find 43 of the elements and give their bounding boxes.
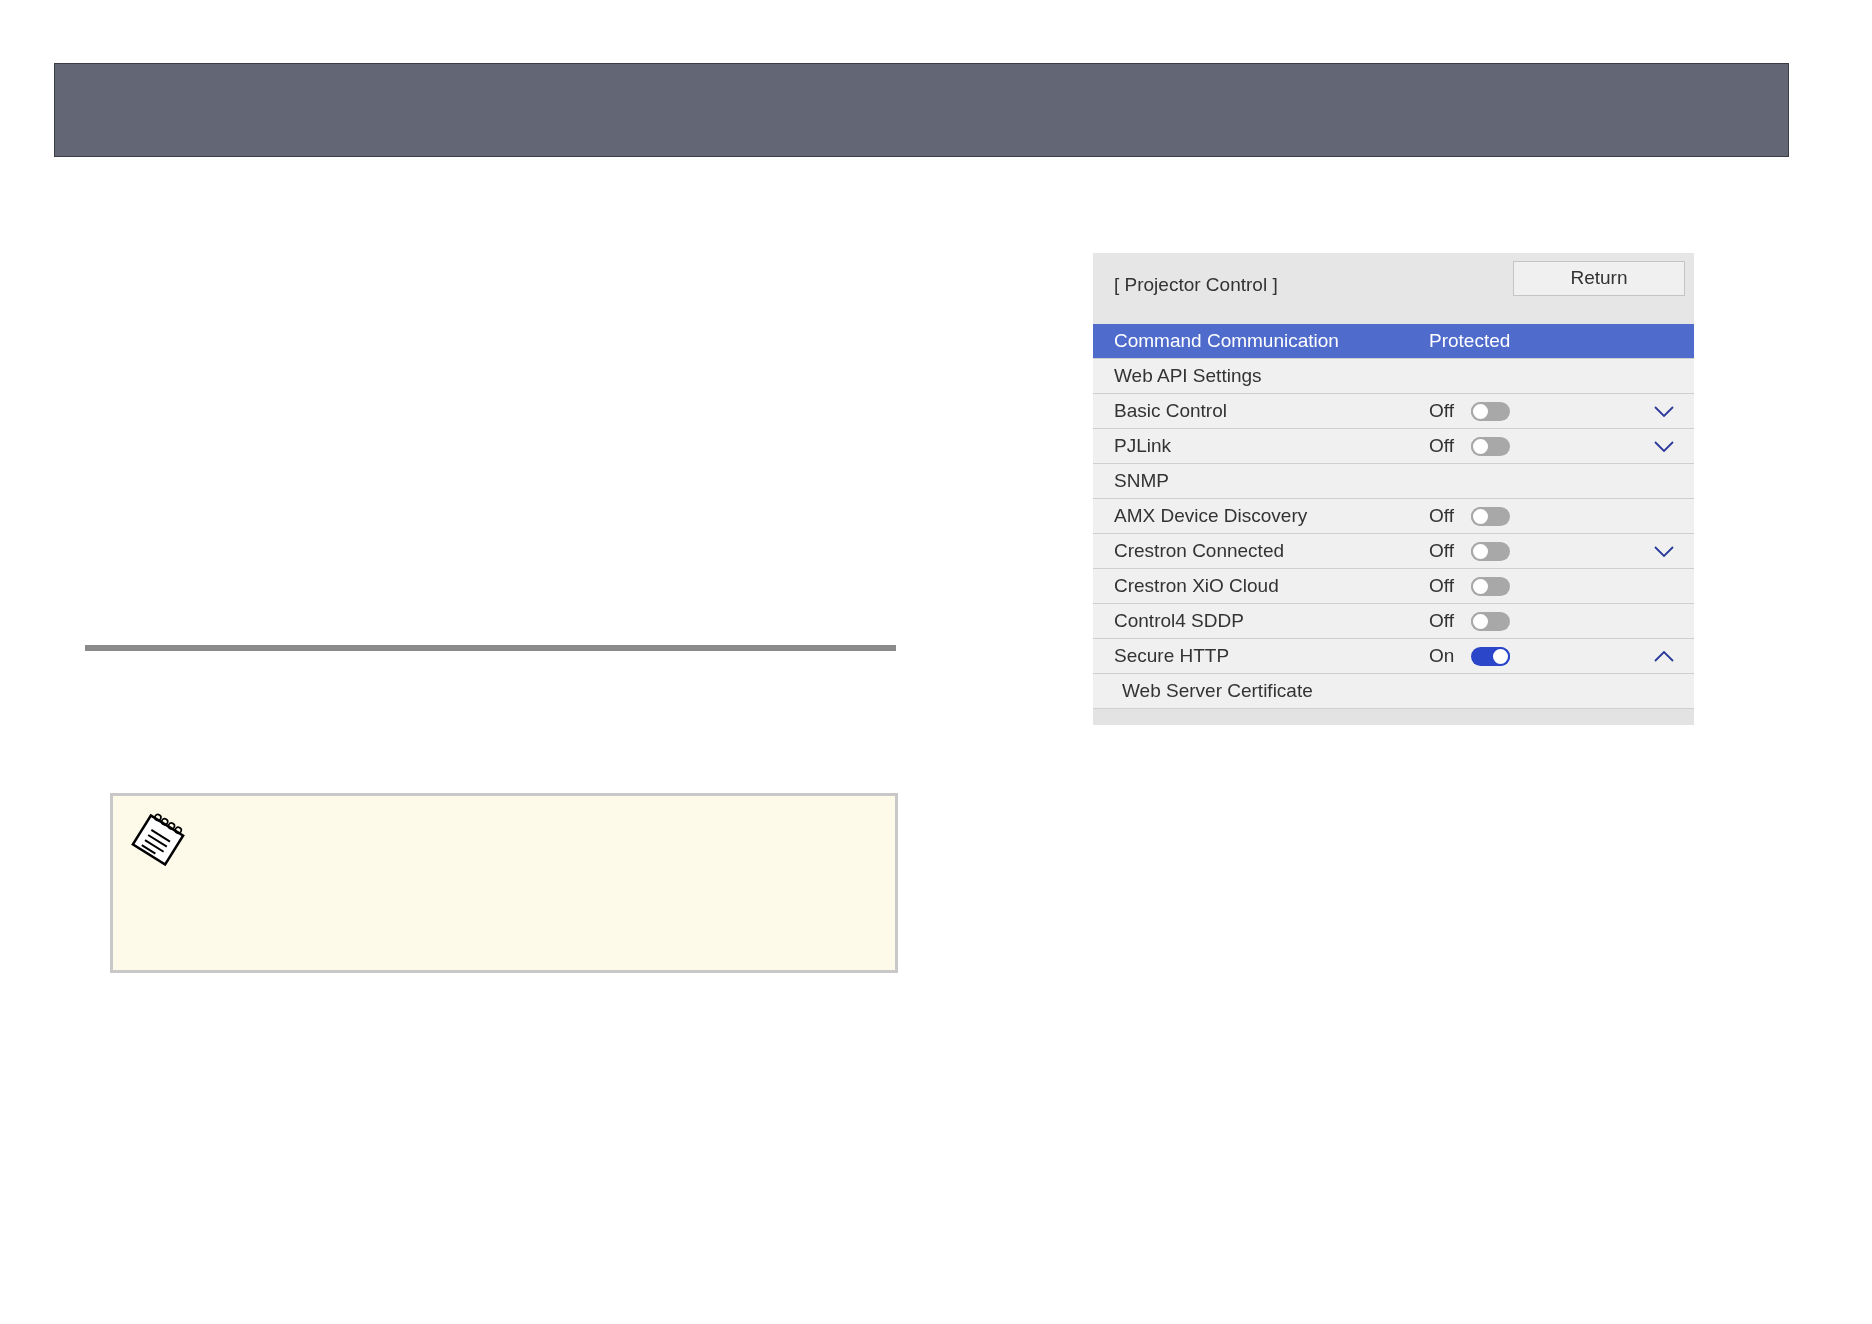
toggle-state: On bbox=[1429, 643, 1456, 668]
toggle-state: Off bbox=[1429, 608, 1455, 633]
chevron-down-icon[interactable] bbox=[1654, 405, 1674, 417]
toggle-switch[interactable] bbox=[1471, 436, 1510, 456]
chevron-down-icon[interactable] bbox=[1654, 440, 1674, 452]
row-label: Web API Settings bbox=[1114, 363, 1263, 388]
chevron-up-icon[interactable] bbox=[1654, 650, 1674, 662]
row-label: Command Communication bbox=[1114, 328, 1340, 353]
toggle-switch[interactable] bbox=[1471, 401, 1510, 421]
toggle-state: Off bbox=[1429, 573, 1455, 598]
menu-row[interactable]: AMX Device Discovery Off bbox=[1093, 499, 1694, 534]
row-label: Basic Control bbox=[1114, 398, 1228, 423]
row-label: PJLink bbox=[1114, 433, 1173, 458]
menu-row[interactable]: Command Communication Protected bbox=[1093, 324, 1694, 359]
panel-title: [ Projector Control ] bbox=[1114, 273, 1278, 297]
menu-row[interactable]: Secure HTTP On bbox=[1093, 639, 1694, 674]
row-value: Protected bbox=[1429, 328, 1511, 353]
chevron-down-icon[interactable] bbox=[1654, 545, 1674, 557]
return-button[interactable]: Return bbox=[1513, 261, 1685, 296]
menu-row[interactable]: Web API Settings bbox=[1093, 359, 1694, 394]
toggle-switch[interactable] bbox=[1471, 506, 1510, 526]
row-label: Crestron Connected bbox=[1114, 538, 1286, 563]
row-label: Crestron XiO Cloud bbox=[1114, 573, 1280, 598]
toggle-state: Off bbox=[1429, 433, 1455, 458]
row-label: Control4 SDDP bbox=[1114, 608, 1245, 633]
row-label: SNMP bbox=[1114, 468, 1170, 493]
toggle-state: Off bbox=[1429, 538, 1455, 563]
menu-row[interactable]: Basic Control Off bbox=[1093, 394, 1694, 429]
menu-row[interactable]: Crestron XiO Cloud Off bbox=[1093, 569, 1694, 604]
toggle-switch[interactable] bbox=[1471, 576, 1510, 596]
menu-row[interactable]: PJLink Off bbox=[1093, 429, 1694, 464]
menu-row[interactable]: Web Server Certificate bbox=[1093, 674, 1694, 709]
toggle-state: Off bbox=[1429, 503, 1455, 528]
menu-row[interactable]: Control4 SDDP Off bbox=[1093, 604, 1694, 639]
menu-row[interactable]: SNMP bbox=[1093, 464, 1694, 499]
row-label: Secure HTTP bbox=[1114, 643, 1231, 668]
toggle-switch[interactable] bbox=[1471, 611, 1510, 631]
row-label: AMX Device Discovery bbox=[1114, 503, 1309, 528]
toggle-switch[interactable] bbox=[1471, 646, 1510, 666]
row-label: Web Server Certificate bbox=[1122, 678, 1314, 703]
menu-row[interactable]: Crestron Connected Off bbox=[1093, 534, 1694, 569]
toggle-state: Off bbox=[1429, 398, 1455, 423]
toggle-switch[interactable] bbox=[1471, 541, 1510, 561]
